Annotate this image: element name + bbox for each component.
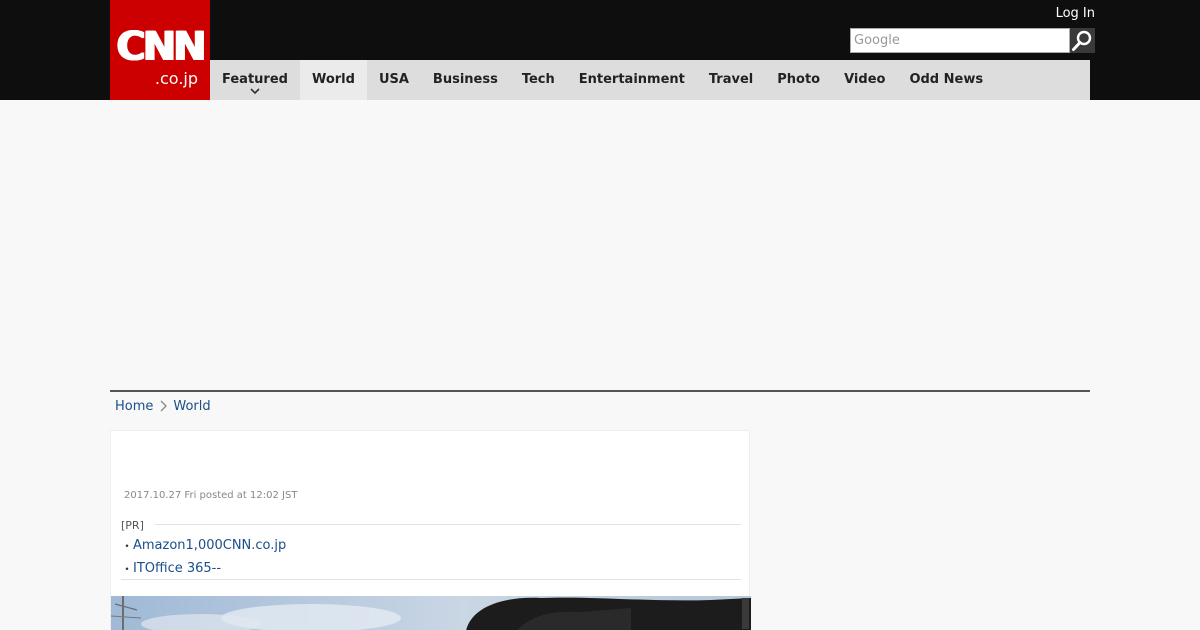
list-item: ・ ITOffice 365-- — [121, 557, 741, 580]
nav-item-odd-news[interactable]: Odd News — [897, 60, 995, 100]
article-photo — [111, 596, 751, 630]
nav-item-label: Odd News — [909, 72, 984, 87]
nav-item-featured[interactable]: Featured — [210, 60, 300, 100]
bullet: ・ — [121, 539, 134, 553]
nav-item-label: Featured — [222, 72, 288, 87]
chevron-down-icon — [250, 88, 260, 95]
article-timestamp: 2017.10.27 Fri posted at 12:02 JST — [124, 490, 298, 501]
search-icon — [1072, 30, 1092, 51]
login-link[interactable]: Log In — [1056, 6, 1095, 22]
bullet: ・ — [121, 562, 134, 576]
nav-item-label: Video — [844, 72, 886, 87]
pr-label: [PR] — [121, 519, 144, 532]
nav-item-photo[interactable]: Photo — [765, 60, 832, 100]
pr-link[interactable]: Amazon1,000CNN.co.jp — [133, 538, 286, 553]
nav-item-entertainment[interactable]: Entertainment — [567, 60, 697, 100]
pr-link-list: ・ Amazon1,000CNN.co.jp ・ ITOffice 365-- — [121, 534, 741, 580]
nav-item-travel[interactable]: Travel — [697, 60, 765, 100]
nav-item-label: World — [311, 72, 355, 87]
search-input[interactable] — [850, 28, 1070, 53]
nav-item-usa[interactable]: USA — [367, 60, 421, 100]
nav-item-label: Tech — [521, 72, 555, 87]
cnn-logo[interactable]: CNN .co.jp — [110, 0, 210, 100]
nav-item-label: Travel — [708, 72, 754, 87]
photo-image — [111, 596, 751, 630]
nav-item-label: Business — [432, 72, 498, 87]
nav-item-tech[interactable]: Tech — [510, 60, 567, 100]
nav-item-label: Entertainment — [578, 72, 685, 87]
main-nav: Featured World USA Business Tech Enterta… — [210, 60, 1090, 100]
nav-item-video[interactable]: Video — [832, 60, 897, 100]
breadcrumb-home[interactable]: Home — [115, 399, 153, 414]
list-item: ・ Amazon1,000CNN.co.jp — [121, 534, 741, 557]
logo-mark: CNN — [116, 24, 206, 70]
pr-link[interactable]: ITOffice 365-- — [133, 561, 221, 576]
search-button[interactable] — [1070, 28, 1095, 53]
nav-item-label: USA — [378, 72, 409, 87]
article-card: 2017.10.27 Fri posted at 12:02 JST [PR] … — [110, 430, 751, 630]
nav-item-business[interactable]: Business — [421, 60, 510, 100]
top-bar: CNN .co.jp Log In Featured World USA Bus… — [0, 0, 1200, 100]
breadcrumb-world[interactable]: World — [173, 399, 210, 414]
breadcrumb: Home World — [115, 398, 211, 414]
pr-bottom-rule — [121, 579, 741, 580]
nav-item-label: Photo — [777, 72, 821, 87]
nav-item-world[interactable]: World — [299, 60, 367, 100]
section-divider — [110, 390, 1090, 392]
pr-top-rule — [155, 524, 741, 525]
logo-domain: .co.jp — [154, 69, 198, 88]
chevron-right-icon — [160, 400, 168, 412]
